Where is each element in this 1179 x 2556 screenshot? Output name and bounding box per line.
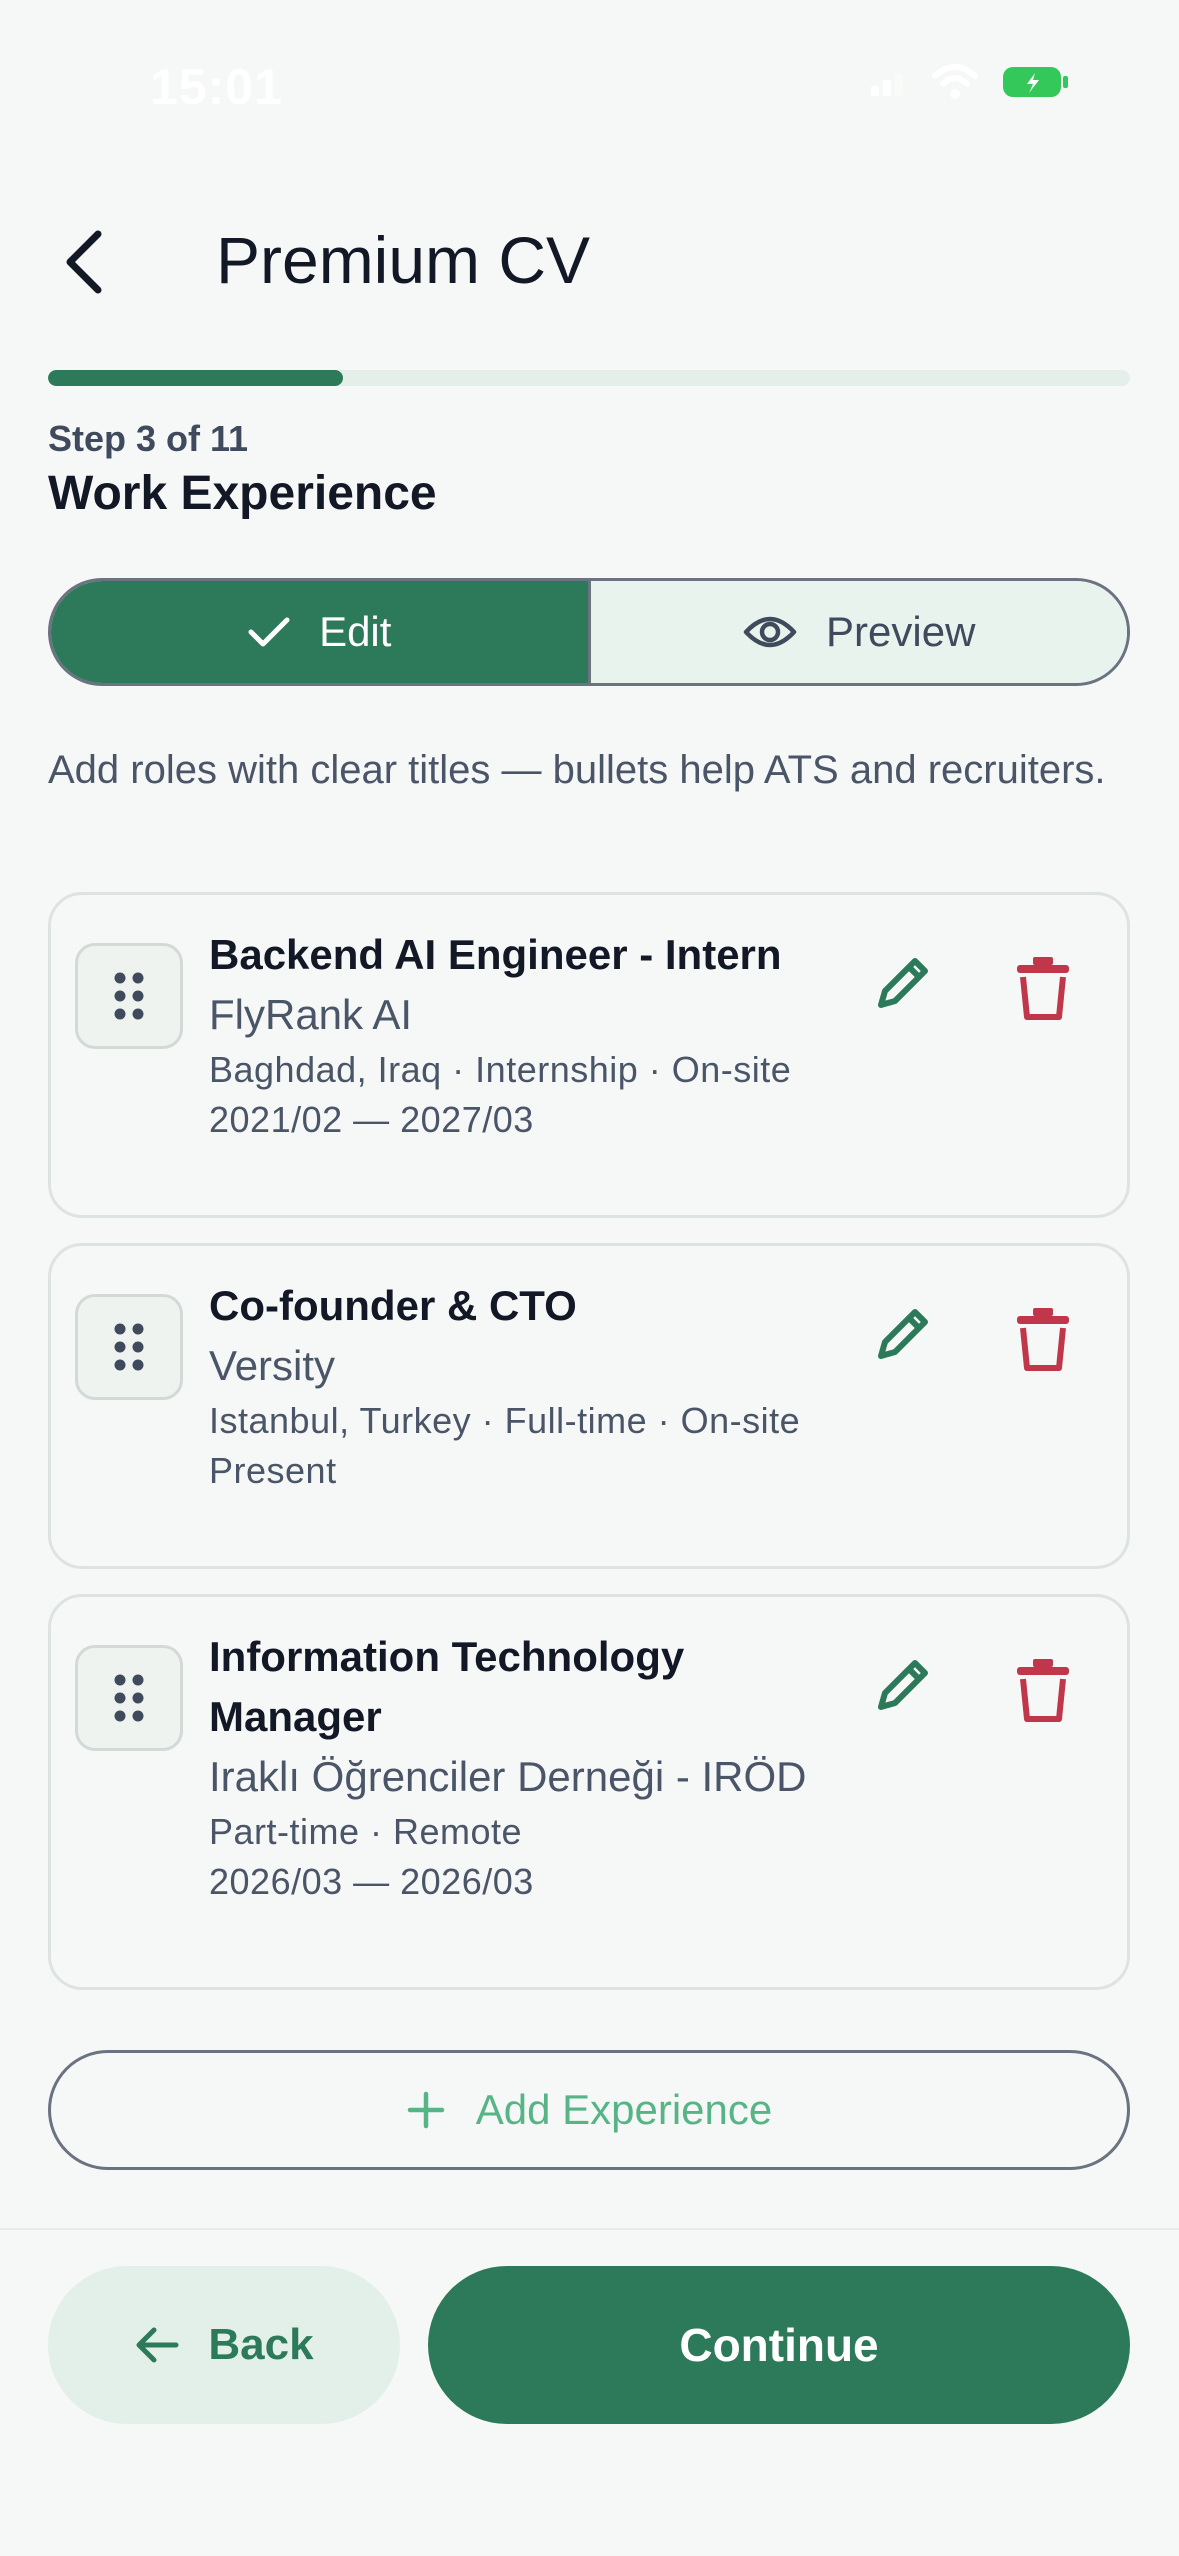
experience-dates: 2021/02 — 2027/03 [209, 1099, 534, 1140]
trash-icon[interactable] [1013, 1306, 1073, 1372]
edit-preview-toggle: Edit Preview [48, 578, 1130, 686]
back-button-label: Back [208, 2320, 314, 2369]
eye-icon [743, 616, 797, 648]
drag-handle[interactable] [75, 943, 183, 1049]
experience-company: Versity [209, 1342, 336, 1389]
status-time: 15:01 [150, 59, 283, 115]
edit-tab-label: Edit [319, 608, 392, 655]
plus-icon [407, 2091, 444, 2129]
edit-tab[interactable]: Edit [51, 581, 591, 683]
add-experience-label: Add Experience [475, 2086, 773, 2133]
drag-handle-icon [114, 972, 144, 1020]
check-icon [248, 617, 290, 647]
experience-company: Iraklı Öğrenciler Derneği - IRÖD [209, 1753, 807, 1800]
section-title: Work Experience [48, 467, 437, 520]
trash-icon[interactable] [1013, 955, 1073, 1021]
drag-handle-icon [114, 1674, 144, 1722]
experience-title: Information Technology Manager [209, 1633, 685, 1740]
progress-bar [48, 370, 1130, 386]
experience-details: Backend AI Engineer - Intern FlyRank AI … [209, 925, 849, 1145]
drag-handle-icon [114, 1323, 144, 1371]
battery-icon [1003, 67, 1068, 97]
pencil-icon[interactable] [867, 1300, 937, 1370]
intro-text: Add roles with clear titles — bullets he… [48, 748, 1106, 792]
pencil-icon[interactable] [867, 949, 937, 1019]
experience-card[interactable]: Co-founder & CTO Versity Istanbul, Turke… [48, 1243, 1130, 1569]
preview-tab[interactable]: Preview [590, 581, 1127, 683]
status-bar: 15:01 [0, 0, 1179, 150]
bottom-action-bar: Back Continue [0, 2228, 1179, 2556]
app-screen: 15:01 Premium CV Step 3 of 11 Work Exper… [0, 0, 1179, 2556]
experience-details: Information Technology Manager Iraklı Öğ… [209, 1627, 849, 1907]
status-icons [869, 64, 1069, 100]
trash-icon[interactable] [1013, 1657, 1073, 1723]
experience-meta: Istanbul, Turkey · Full-time · On-site [209, 1400, 801, 1441]
drag-handle[interactable] [75, 1294, 183, 1400]
experience-company: FlyRank AI [209, 991, 413, 1038]
progress-fill [48, 370, 344, 386]
experience-card[interactable]: Backend AI Engineer - Intern FlyRank AI … [48, 892, 1130, 1218]
experience-title: Co-founder & CTO [209, 1282, 577, 1329]
experience-meta: Baghdad, Iraq · Internship · On-site [209, 1049, 792, 1090]
experience-card[interactable]: Information Technology Manager Iraklı Öğ… [48, 1594, 1130, 1990]
step-label: Step 3 of 11 [48, 418, 249, 459]
experience-dates: 2026/03 — 2026/03 [209, 1861, 534, 1902]
cellular-signal-icon [871, 74, 903, 96]
continue-button[interactable]: Continue [428, 2266, 1130, 2424]
chevron-left-icon[interactable] [52, 222, 122, 302]
wifi-icon [932, 64, 978, 99]
pencil-icon[interactable] [867, 1651, 937, 1721]
experience-meta: Part-time · Remote [209, 1811, 523, 1852]
arrow-left-icon [136, 2327, 179, 2363]
preview-tab-label: Preview [826, 608, 976, 655]
experience-details: Co-founder & CTO Versity Istanbul, Turke… [209, 1276, 849, 1496]
experience-dates: Present [209, 1450, 337, 1491]
back-button[interactable]: Back [48, 2266, 400, 2424]
experience-title: Backend AI Engineer - Intern [209, 931, 782, 978]
add-experience-button[interactable]: Add Experience [48, 2050, 1130, 2170]
page-title: Premium CV [216, 223, 591, 297]
drag-handle[interactable] [75, 1645, 183, 1751]
